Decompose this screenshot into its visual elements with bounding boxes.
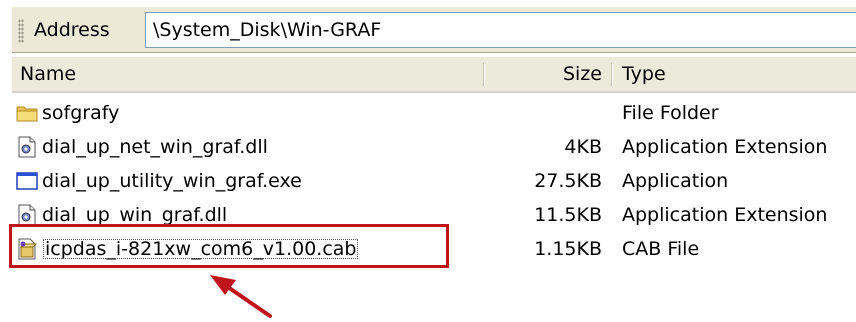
file-name: dial_up_net_win_graf.dll — [42, 136, 268, 158]
address-path: \System_Disk\Win-GRAF — [153, 19, 382, 41]
file-type: Application Extension — [622, 204, 828, 226]
file-type: Application — [622, 170, 729, 192]
file-name: dial_up_utility_win_graf.exe — [42, 170, 302, 192]
list-item[interactable]: sofgrafy File Folder — [12, 96, 856, 130]
address-input[interactable]: \System_Disk\Win-GRAF — [145, 12, 856, 48]
toolbar-grip[interactable] — [18, 19, 24, 43]
column-header-size[interactable]: Size — [484, 57, 612, 91]
file-type: CAB File — [622, 238, 700, 260]
folder-icon — [16, 106, 38, 122]
file-size: 11.5KB — [534, 204, 602, 226]
list-item[interactable]: dial_up_net_win_graf.dll 4KB Application… — [12, 130, 856, 164]
column-header-type[interactable]: Type — [612, 57, 856, 91]
dll-file-icon — [18, 204, 36, 226]
address-bar: Address \System_Disk\Win-GRAF — [12, 6, 856, 53]
application-icon — [16, 172, 38, 190]
list-item[interactable]: dial_up_utility_win_graf.exe 27.5KB Appl… — [12, 164, 856, 198]
file-size: 1.15KB — [534, 238, 602, 260]
highlight-box — [9, 224, 449, 268]
file-type: File Folder — [622, 102, 719, 124]
file-type: Application Extension — [622, 136, 828, 158]
file-name: sofgrafy — [42, 102, 120, 124]
arrow-icon — [210, 275, 272, 318]
address-label: Address — [34, 19, 110, 41]
column-header: Name Size Type — [12, 57, 856, 93]
file-size: 27.5KB — [534, 170, 602, 192]
dll-file-icon — [18, 136, 36, 158]
file-size: 4KB — [564, 136, 602, 158]
column-header-name[interactable]: Name — [12, 57, 484, 91]
